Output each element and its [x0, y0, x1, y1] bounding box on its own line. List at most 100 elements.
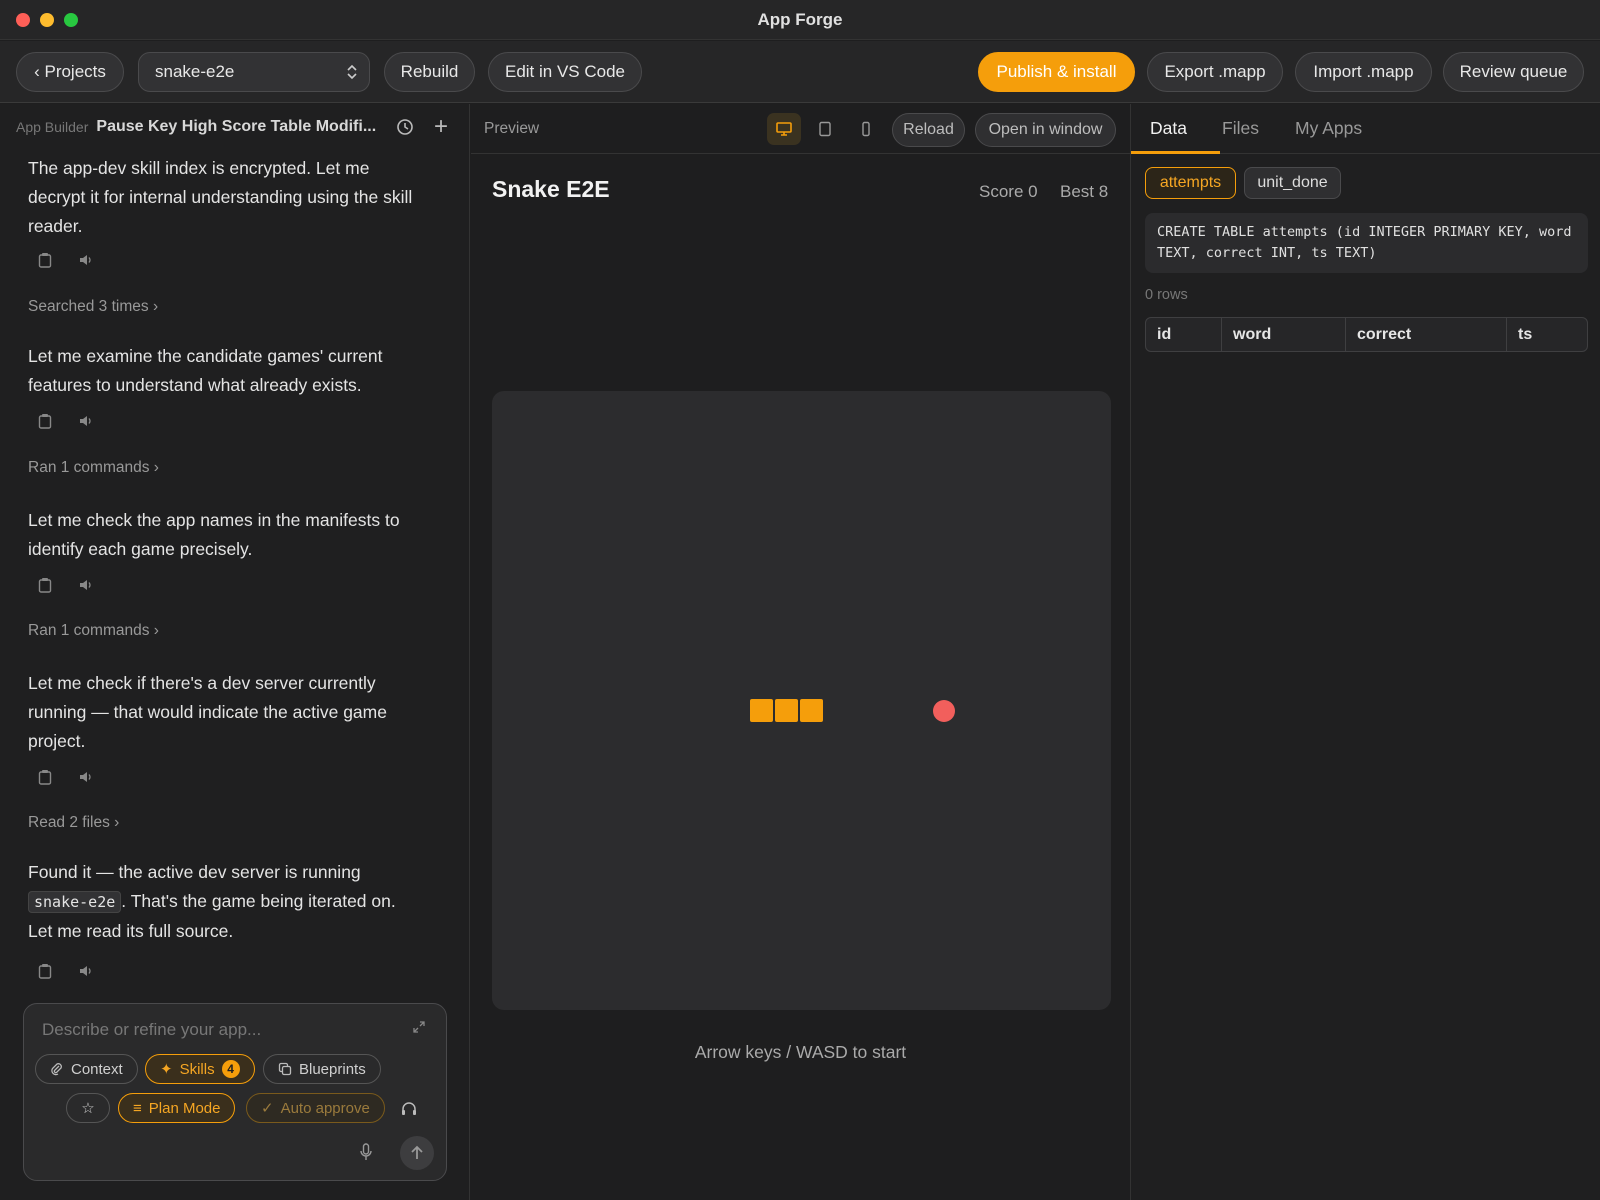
title-bar: App Forge: [0, 0, 1600, 40]
expand-icon[interactable]: [412, 1020, 426, 1034]
context-label: Context: [71, 1060, 123, 1078]
close-window-button[interactable]: [16, 13, 30, 27]
history-clock-icon[interactable]: [396, 118, 414, 136]
tablet-icon: [819, 121, 831, 137]
window-title: App Forge: [757, 9, 843, 29]
copy-clipboard-icon[interactable]: [38, 252, 52, 268]
snake-head: [800, 699, 823, 722]
mobile-view-button[interactable]: [849, 113, 883, 145]
new-session-plus-icon[interactable]: +: [434, 113, 448, 141]
table-schema: CREATE TABLE attempts (id INTEGER PRIMAR…: [1145, 213, 1588, 273]
column-header[interactable]: word: [1222, 318, 1346, 351]
preview-header: Preview Reload Open in window: [471, 104, 1130, 154]
message-actions: [38, 963, 94, 979]
minimize-window-button[interactable]: [40, 13, 54, 27]
table-chip-unit-done[interactable]: unit_done: [1244, 167, 1341, 199]
speaker-icon[interactable]: [78, 414, 94, 428]
snake-segment: [775, 699, 798, 722]
food-dot: [933, 700, 955, 722]
blueprints-chip[interactable]: Blueprints: [263, 1054, 381, 1084]
table-chip-attempts[interactable]: attempts: [1145, 167, 1236, 199]
panel-tabs: Data Files My Apps: [1131, 104, 1600, 154]
plan-mode-label: Plan Mode: [148, 1099, 221, 1117]
step-label: Ran 1 commands: [28, 459, 150, 476]
step-summary[interactable]: Searched 3 times ›: [28, 298, 158, 316]
step-summary[interactable]: Ran 1 commands ›: [28, 622, 159, 640]
message-actions: [38, 769, 94, 785]
message-text: Found it — the active dev server is runn…: [28, 862, 361, 882]
edit-in-vscode-button[interactable]: Edit in VS Code: [488, 52, 642, 92]
export-mapp-button[interactable]: Export .mapp: [1147, 52, 1283, 92]
auto-approve-chip[interactable]: ✓ Auto approve: [246, 1093, 385, 1123]
projects-button[interactable]: ‹ Projects: [16, 52, 124, 92]
speaker-icon[interactable]: [78, 578, 94, 592]
tab-my-apps[interactable]: My Apps: [1295, 118, 1362, 139]
preview-label: Preview: [484, 120, 540, 137]
tab-data[interactable]: Data: [1150, 118, 1187, 139]
row-count: 0 rows: [1145, 287, 1188, 303]
assistant-message: Let me check if there's a dev server cur…: [28, 673, 387, 751]
rebuild-button[interactable]: Rebuild: [384, 52, 475, 92]
phone-icon: [862, 121, 870, 137]
desktop-monitor-icon: [776, 122, 792, 136]
step-summary[interactable]: Ran 1 commands ›: [28, 459, 159, 477]
plan-mode-chip[interactable]: ≡ Plan Mode: [118, 1093, 236, 1123]
skills-label: Skills: [179, 1060, 215, 1078]
copy-clipboard-icon[interactable]: [38, 769, 52, 785]
assistant-message: The app-dev skill index is encrypted. Le…: [28, 158, 413, 236]
assistant-message: Let me examine the candidate games' curr…: [28, 346, 383, 395]
step-label: Searched 3 times: [28, 298, 149, 315]
game-board[interactable]: [492, 391, 1111, 1010]
step-summary[interactable]: Read 2 files ›: [28, 814, 119, 832]
chat-panel: App Builder Pause Key High Score Table M…: [0, 104, 470, 1200]
project-select-value: snake-e2e: [155, 62, 235, 81]
import-mapp-button[interactable]: Import .mapp: [1295, 52, 1432, 92]
open-in-window-button[interactable]: Open in window: [975, 113, 1116, 147]
skills-chip[interactable]: ✦ Skills 4: [145, 1054, 255, 1084]
message-actions: [38, 252, 94, 268]
copy-clipboard-icon[interactable]: [38, 577, 52, 593]
column-header[interactable]: correct: [1346, 318, 1507, 351]
paperclip-icon: [51, 1063, 62, 1076]
star-icon: ☆: [81, 1100, 95, 1117]
column-header[interactable]: id: [1146, 318, 1222, 351]
best-score-display: Best 8: [1060, 182, 1109, 201]
project-select[interactable]: snake-e2e: [138, 52, 370, 92]
chevron-updown-icon: [347, 64, 357, 80]
publish-install-button[interactable]: Publish & install: [978, 52, 1135, 92]
step-label: Ran 1 commands: [28, 622, 150, 639]
composer: Describe or refine your app... Context ✦…: [23, 1003, 447, 1181]
assistant-message: Let me check the app names in the manife…: [28, 510, 400, 559]
microphone-icon[interactable]: [359, 1143, 373, 1161]
zoom-window-button[interactable]: [64, 13, 78, 27]
send-button[interactable]: [400, 1136, 434, 1170]
tab-files[interactable]: Files: [1222, 118, 1259, 139]
toolbar: ‹ Projects snake-e2e Rebuild Edit in VS …: [0, 41, 1600, 103]
copy-clipboard-icon[interactable]: [38, 963, 52, 979]
column-header[interactable]: ts: [1507, 318, 1587, 351]
window-controls: [16, 13, 78, 27]
app-builder-label: App Builder: [16, 119, 89, 135]
session-title: Pause Key High Score Table Modifi...: [96, 118, 377, 135]
sparkle-icon: ✦: [160, 1061, 173, 1078]
blueprints-icon: [278, 1062, 292, 1076]
review-queue-button[interactable]: Review queue: [1443, 52, 1584, 92]
favorite-star-button[interactable]: ☆: [66, 1093, 110, 1123]
speaker-icon[interactable]: [78, 964, 94, 978]
snake-segment: [750, 699, 773, 722]
speaker-icon[interactable]: [78, 253, 94, 267]
chat-header: App Builder Pause Key High Score Table M…: [0, 104, 470, 150]
arrow-up-icon: [411, 1145, 423, 1159]
checkmark-icon: ✓: [261, 1100, 274, 1117]
reload-button[interactable]: Reload: [892, 113, 965, 147]
desktop-view-button[interactable]: [767, 113, 801, 145]
prompt-input[interactable]: Describe or refine your app...: [42, 1020, 261, 1040]
game-hint: Arrow keys / WASD to start: [694, 1042, 907, 1062]
chevron-right-icon: ›: [153, 622, 159, 639]
tablet-view-button[interactable]: [808, 113, 842, 145]
headset-icon[interactable]: [400, 1100, 418, 1118]
score-display: Score 0: [979, 182, 1038, 201]
speaker-icon[interactable]: [78, 770, 94, 784]
context-chip[interactable]: Context: [35, 1054, 138, 1084]
copy-clipboard-icon[interactable]: [38, 413, 52, 429]
